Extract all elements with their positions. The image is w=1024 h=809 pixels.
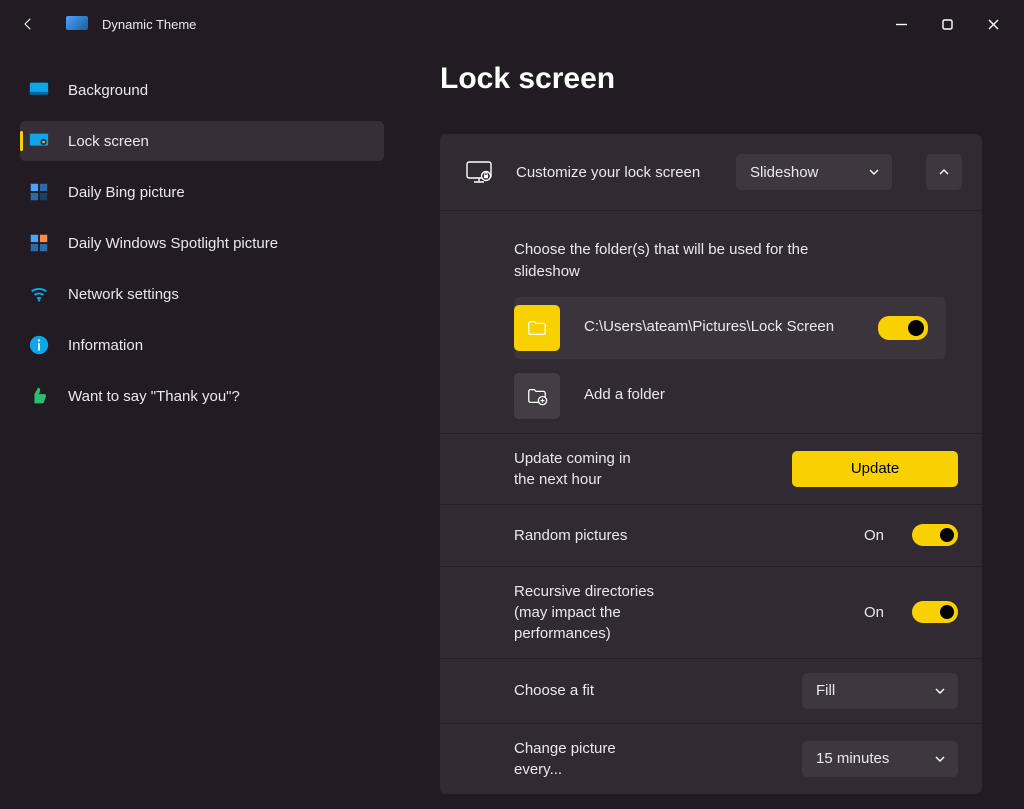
content: Lock screen Customize your lock screen S… [398, 48, 1024, 809]
chevron-up-icon [938, 166, 950, 178]
add-folder-icon [514, 373, 560, 419]
maximize-icon [942, 19, 953, 30]
window-controls [878, 8, 1016, 40]
chevron-down-icon [934, 685, 946, 697]
interval-selected: 15 minutes [816, 750, 889, 767]
lock-screen-icon [28, 130, 50, 152]
sidebar-item-label: Background [68, 82, 148, 99]
panel-body: Choose the folder(s) that will be used f… [440, 210, 982, 433]
arrow-left-icon [19, 15, 37, 33]
title-bar: Dynamic Theme [0, 0, 1024, 48]
update-status: Update coming in the next hour [514, 448, 635, 490]
sidebar-item-label: Information [68, 337, 143, 354]
sidebar-item-label: Want to say "Thank you"? [68, 388, 240, 405]
recursive-toggle[interactable] [912, 601, 958, 623]
sidebar: Background Lock screen Daily Bing pictur… [0, 48, 398, 809]
close-button[interactable] [970, 8, 1016, 40]
sidebar-item-bing[interactable]: Daily Bing picture [20, 172, 384, 212]
fit-selected: Fill [816, 682, 835, 699]
monitor-icon [28, 79, 50, 101]
add-folder-label: Add a folder [584, 385, 928, 405]
interval-row: Change picture every... 15 minutes [440, 723, 982, 794]
chevron-down-icon [868, 166, 880, 178]
minimize-button[interactable] [878, 8, 924, 40]
folders-description: Choose the folder(s) that will be used f… [514, 239, 874, 283]
update-row: Update coming in the next hour Update [440, 433, 982, 504]
monitor-lock-icon [466, 161, 492, 183]
recursive-label: Recursive directories (may impact the pe… [514, 581, 671, 644]
sidebar-item-spotlight[interactable]: Daily Windows Spotlight picture [20, 223, 384, 263]
lock-screen-panel: Customize your lock screen Slideshow Cho… [440, 134, 982, 794]
random-toggle[interactable] [912, 524, 958, 546]
app-title: Dynamic Theme [102, 17, 196, 32]
sidebar-item-label: Lock screen [68, 133, 149, 150]
mode-select[interactable]: Slideshow [736, 154, 892, 190]
recursive-state: On [864, 604, 884, 621]
sidebar-item-information[interactable]: Information [20, 325, 384, 365]
customize-label: Customize your lock screen [516, 164, 712, 181]
mode-selected: Slideshow [750, 164, 818, 181]
fit-label: Choose a fit [514, 680, 640, 701]
sidebar-item-background[interactable]: Background [20, 70, 384, 110]
chevron-down-icon [934, 753, 946, 765]
folder-toggle[interactable] [878, 316, 928, 340]
sidebar-item-lock-screen[interactable]: Lock screen [20, 121, 384, 161]
thumbs-up-icon [28, 385, 50, 407]
fit-select[interactable]: Fill [802, 673, 958, 709]
collapse-button[interactable] [926, 154, 962, 190]
add-folder-row[interactable]: Add a folder [514, 365, 946, 427]
bing-icon [28, 181, 50, 203]
wifi-icon [28, 283, 50, 305]
random-label: Random pictures [514, 525, 671, 546]
recursive-row: Recursive directories (may impact the pe… [440, 566, 982, 658]
minimize-icon [896, 19, 907, 30]
sidebar-item-label: Daily Bing picture [68, 184, 185, 201]
page-title: Lock screen [440, 62, 982, 96]
fit-row: Choose a fit Fill [440, 658, 982, 723]
random-state: On [864, 527, 884, 544]
sidebar-item-label: Network settings [68, 286, 179, 303]
app-icon [66, 16, 88, 32]
folder-path: C:\Users\ateam\Pictures\Lock Screen [584, 317, 854, 337]
maximize-button[interactable] [924, 8, 970, 40]
folder-row[interactable]: C:\Users\ateam\Pictures\Lock Screen [514, 297, 946, 359]
sidebar-item-network[interactable]: Network settings [20, 274, 384, 314]
random-pictures-row: Random pictures On [440, 504, 982, 566]
sidebar-item-label: Daily Windows Spotlight picture [68, 235, 278, 252]
interval-label: Change picture every... [514, 738, 640, 780]
folder-icon [514, 305, 560, 351]
info-icon [28, 334, 50, 356]
close-icon [988, 19, 999, 30]
update-button[interactable]: Update [792, 451, 958, 487]
panel-header: Customize your lock screen Slideshow [440, 134, 982, 210]
spotlight-icon [28, 232, 50, 254]
interval-select[interactable]: 15 minutes [802, 741, 958, 777]
sidebar-item-thank-you[interactable]: Want to say "Thank you"? [20, 376, 384, 416]
back-button[interactable] [8, 4, 48, 44]
